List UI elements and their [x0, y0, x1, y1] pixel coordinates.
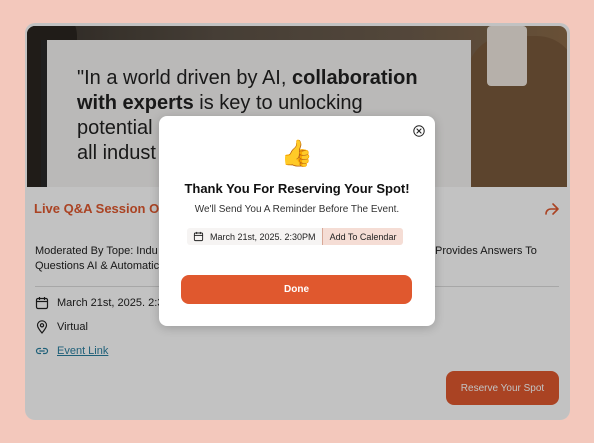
done-button[interactable]: Done — [181, 275, 412, 304]
calendar-icon — [193, 231, 204, 242]
modal-subtitle: We'll Send You A Reminder Before The Eve… — [194, 204, 400, 215]
modal-title: Thank You For Reserving Your Spot! — [184, 181, 410, 196]
add-to-calendar-button[interactable]: Add To Calendar — [321, 228, 404, 245]
reservation-confirmation-modal: 👍 Thank You For Reserving Your Spot! We'… — [159, 116, 435, 326]
close-icon[interactable] — [413, 125, 425, 137]
event-date-chip: March 21st, 2025. 2:30PM Add To Calendar — [187, 228, 404, 245]
date-time-display: March 21st, 2025. 2:30PM — [187, 228, 322, 245]
date-time-text: March 21st, 2025. 2:30PM — [210, 231, 316, 242]
thumbs-up-icon: 👍 — [280, 138, 314, 168]
